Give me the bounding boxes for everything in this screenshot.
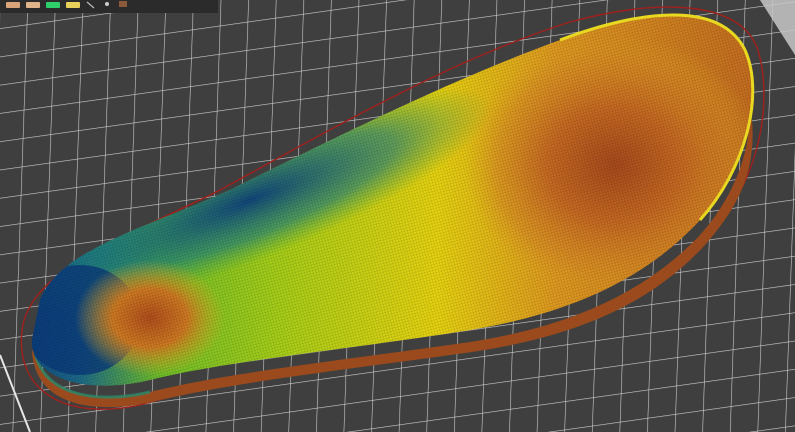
filament-swatch-2[interactable] — [26, 1, 40, 8]
dot-icon[interactable] — [102, 1, 112, 9]
3d-viewport[interactable] — [0, 0, 795, 432]
filament-swatch-1[interactable] — [6, 1, 20, 8]
build-plate-scene[interactable] — [0, 0, 795, 432]
filament-swatch-3[interactable] — [46, 1, 60, 8]
object-icon[interactable] — [118, 0, 128, 9]
arrow-icon[interactable] — [86, 1, 96, 9]
extruder-toolbar — [0, 0, 218, 13]
filament-swatch-4[interactable] — [66, 1, 80, 8]
